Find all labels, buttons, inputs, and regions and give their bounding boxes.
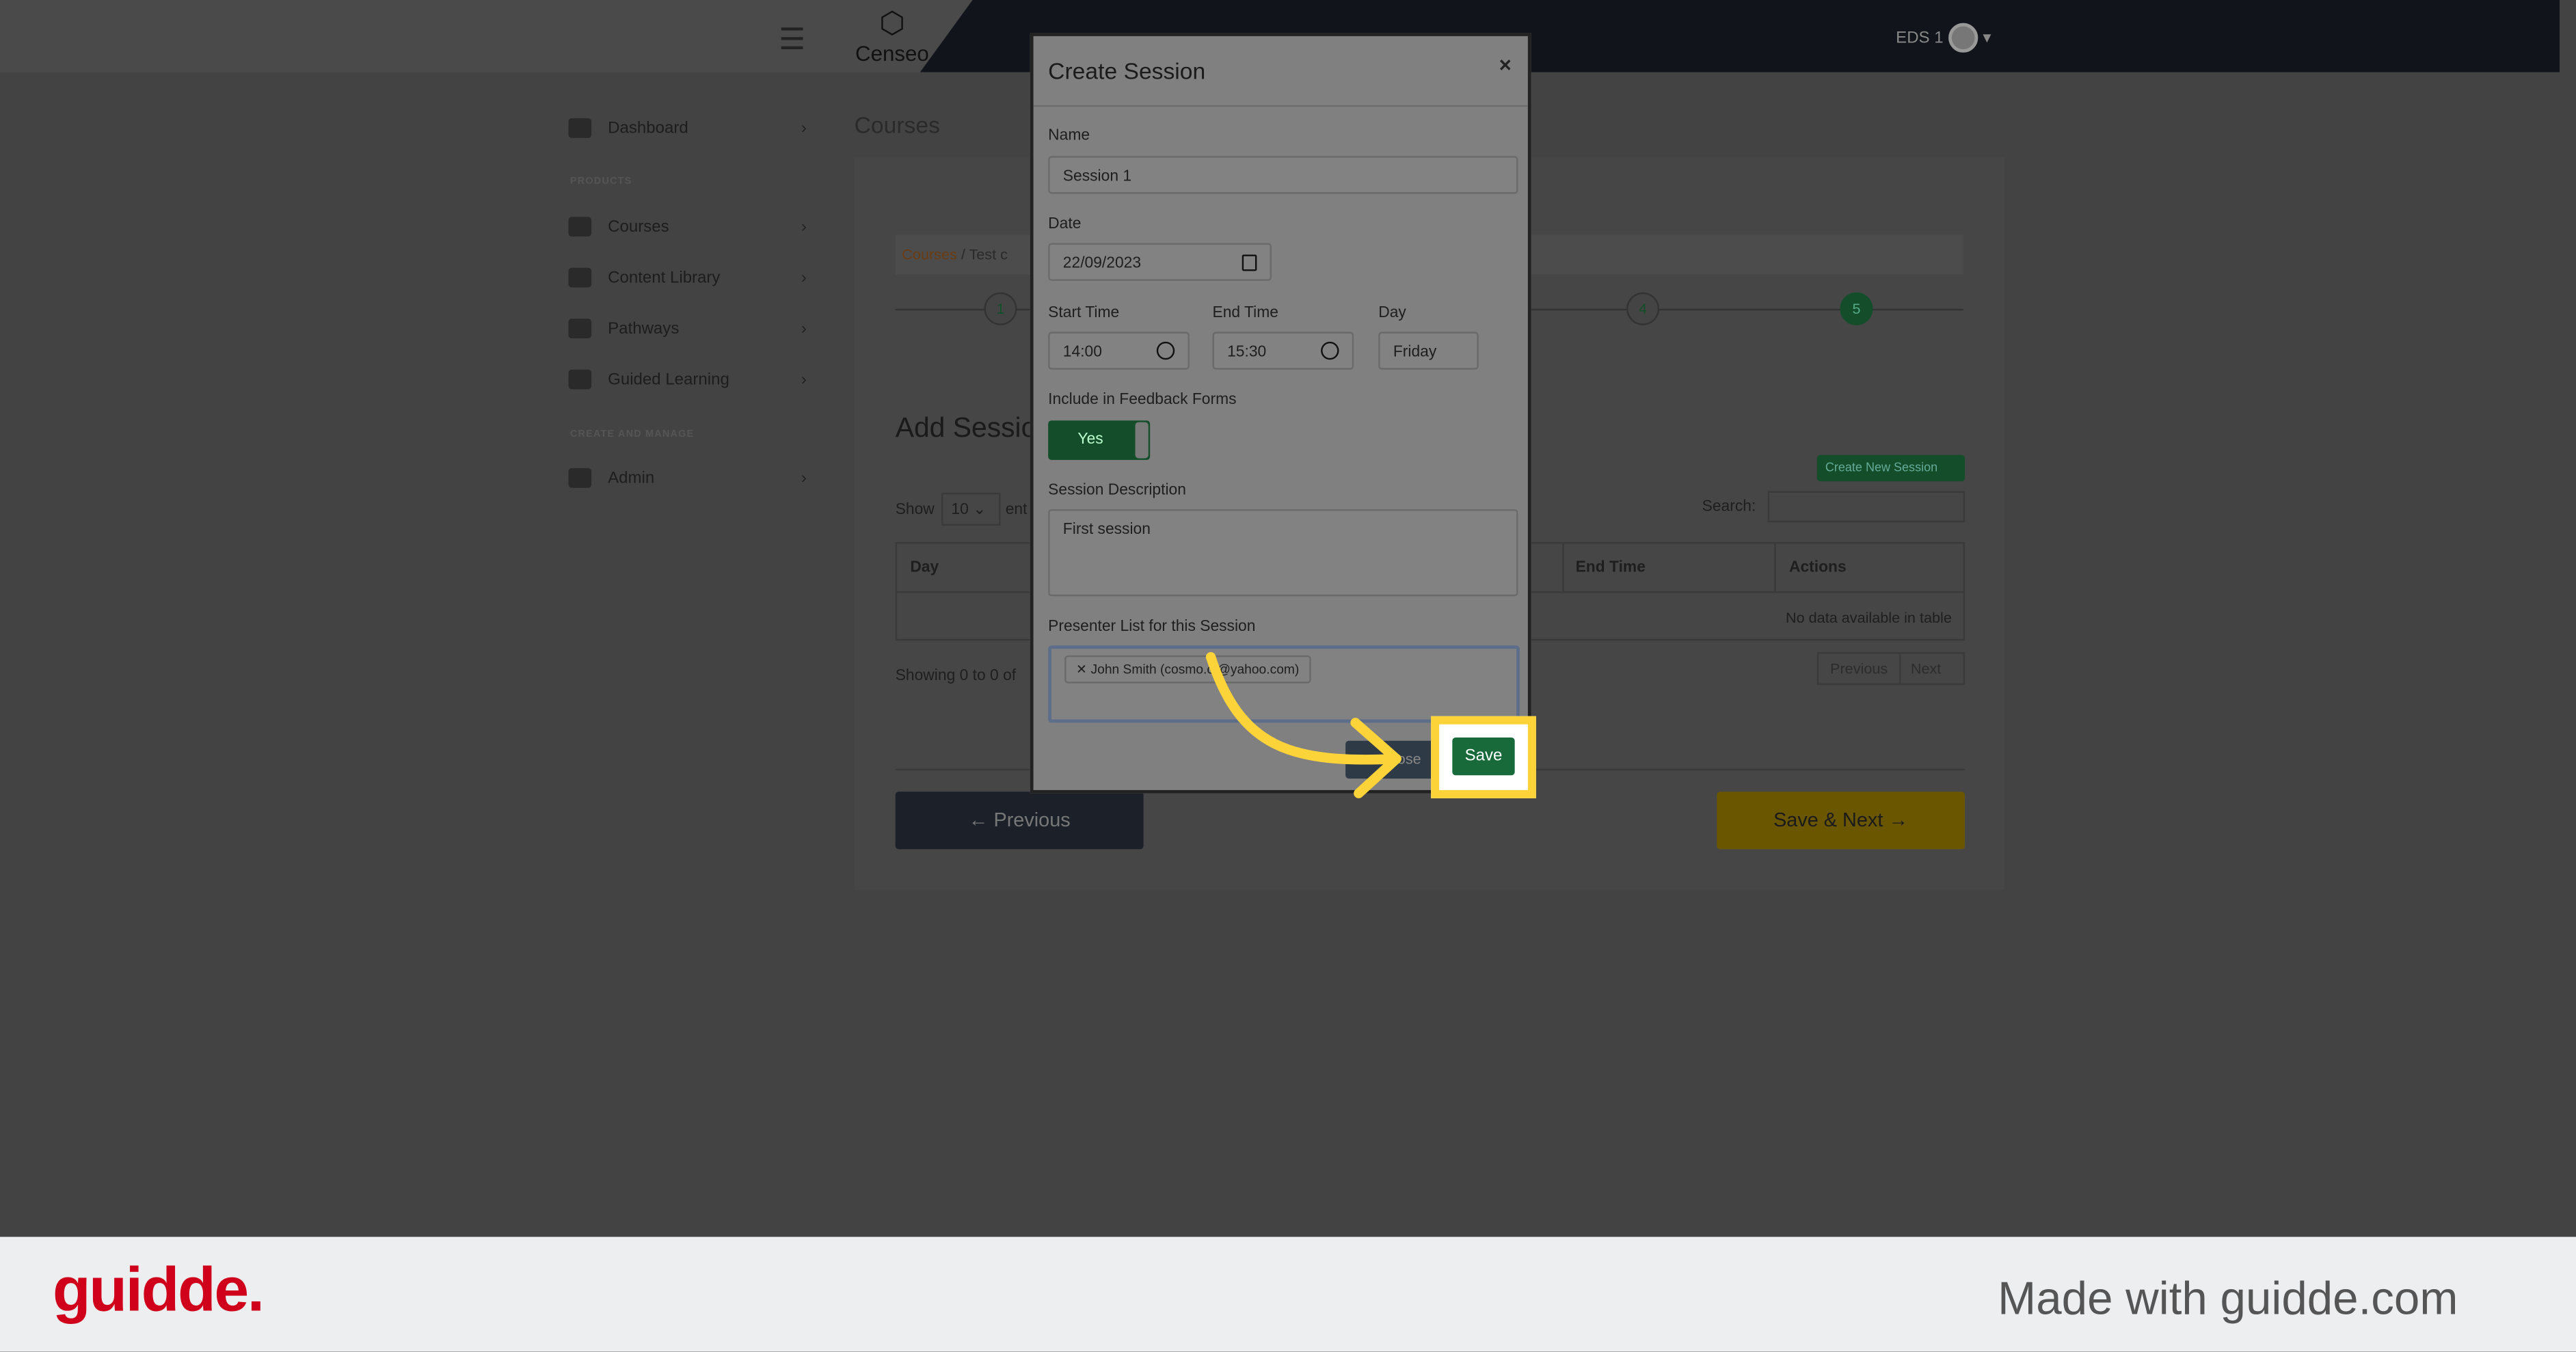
create-new-session-button[interactable]: Create New Session bbox=[1816, 455, 1965, 482]
date-input[interactable]: 22/09/2023 bbox=[1048, 243, 1272, 281]
step-1[interactable]: 1 bbox=[984, 292, 1017, 325]
award-icon bbox=[568, 319, 592, 339]
calendar-icon[interactable] bbox=[1242, 254, 1257, 271]
label: Admin bbox=[608, 469, 655, 487]
sidebar-item-admin[interactable]: Admin › bbox=[568, 461, 807, 494]
breadcrumb-courses[interactable]: Courses bbox=[902, 246, 957, 262]
arrow-annotation bbox=[1205, 652, 1401, 798]
pagination: Previous Next bbox=[1816, 652, 1965, 686]
label: Save & Next bbox=[1773, 808, 1883, 831]
page-title: Courses bbox=[854, 111, 940, 138]
book-icon bbox=[568, 267, 592, 288]
search-label: Search: bbox=[1702, 498, 1756, 516]
sidebar-item-dashboard[interactable]: Dashboard › bbox=[568, 111, 807, 144]
modal-title: Create Session bbox=[1048, 57, 1206, 84]
close-icon[interactable]: × bbox=[1499, 53, 1512, 77]
date-value: 22/09/2023 bbox=[1062, 254, 1142, 273]
logo-text: Censeo bbox=[855, 41, 929, 66]
end-time-input[interactable]: 15:30 bbox=[1212, 332, 1354, 370]
toggle-knob bbox=[1135, 422, 1149, 459]
day-input: Friday bbox=[1378, 332, 1479, 370]
save-next-button[interactable]: Save & Next → bbox=[1717, 792, 1965, 850]
pager-next[interactable]: Next bbox=[1901, 653, 1950, 683]
entries-label: ent bbox=[1005, 500, 1028, 519]
name-input[interactable]: Session 1 bbox=[1048, 156, 1518, 194]
previous-button[interactable]: ← Previous bbox=[895, 792, 1144, 850]
user-menu[interactable]: EDS 1 ▾ bbox=[1896, 23, 1991, 53]
breadcrumb-current: Test c bbox=[969, 246, 1008, 263]
step-4[interactable]: 4 bbox=[1626, 292, 1660, 325]
gear-icon bbox=[568, 468, 592, 488]
toggle-label: Yes bbox=[1077, 430, 1103, 449]
section-title: Add Sessio bbox=[895, 412, 1037, 444]
feedback-label: Include in Feedback Forms bbox=[1048, 390, 1237, 409]
divider bbox=[1562, 543, 1564, 592]
col-day[interactable]: Day bbox=[910, 558, 939, 576]
section-create-manage: CREATE AND MANAGE bbox=[569, 430, 695, 441]
entries-value: 10 bbox=[951, 500, 969, 519]
show-label: Show bbox=[895, 500, 935, 519]
search-input[interactable] bbox=[1767, 491, 1965, 523]
section-products: PRODUCTS bbox=[569, 177, 632, 187]
feedback-toggle[interactable]: Yes bbox=[1048, 420, 1151, 460]
end-time-label: End Time bbox=[1212, 303, 1278, 323]
col-actions[interactable]: Actions bbox=[1789, 558, 1847, 576]
showing-info: Showing 0 to 0 of bbox=[895, 666, 1017, 686]
logo[interactable]: ⬡ Censeo bbox=[851, 7, 933, 66]
presenter-label: Presenter List for this Session bbox=[1048, 617, 1256, 636]
user-name: EDS 1 bbox=[1896, 29, 1944, 47]
pager-previous[interactable]: Previous bbox=[1819, 653, 1901, 684]
clock-icon[interactable] bbox=[1156, 341, 1175, 360]
sidebar-item-content-library[interactable]: Content Library › bbox=[568, 261, 807, 294]
label: Previous bbox=[993, 808, 1071, 831]
name-label: Name bbox=[1048, 126, 1090, 145]
divider bbox=[1774, 543, 1776, 592]
chevron-right-icon: › bbox=[801, 370, 807, 389]
made-with-text: Made with guidde.com bbox=[1998, 1273, 2458, 1324]
dashboard-icon bbox=[568, 118, 592, 138]
date-label: Date bbox=[1048, 215, 1082, 234]
label: Content Library bbox=[608, 268, 721, 287]
sidebar-item-guided-learning[interactable]: Guided Learning › bbox=[568, 363, 807, 396]
menu-icon[interactable]: ☰ bbox=[779, 23, 805, 57]
label: Dashboard bbox=[608, 119, 688, 137]
modal-header: Create Session × bbox=[1033, 36, 1528, 107]
avatar bbox=[1948, 23, 1978, 53]
sidebar-item-pathways[interactable]: Pathways › bbox=[568, 312, 807, 345]
chevron-right-icon: › bbox=[801, 469, 807, 487]
label: Guided Learning bbox=[608, 370, 729, 389]
chevron-right-icon: › bbox=[801, 217, 807, 236]
step-5[interactable]: 5 bbox=[1840, 292, 1873, 325]
stage: ☰ ⬡ Censeo EDS 1 ▾ Dashboard › PRODUCTS Cou… bbox=[0, 0, 2576, 1352]
guidde-logo: guidde. bbox=[52, 1256, 265, 1326]
col-end-time[interactable]: End Time bbox=[1576, 558, 1646, 576]
chevron-right-icon: › bbox=[801, 268, 807, 287]
empty-message: No data available in table bbox=[1785, 609, 1952, 626]
chevron-right-icon: › bbox=[801, 319, 807, 338]
description-textarea[interactable]: First session bbox=[1048, 509, 1518, 597]
start-time-label: Start Time bbox=[1048, 303, 1120, 323]
remove-tag-icon[interactable]: ✕ bbox=[1076, 662, 1090, 677]
label: Courses bbox=[608, 217, 669, 236]
start-time-input[interactable]: 14:00 bbox=[1048, 332, 1190, 370]
description-label: Session Description bbox=[1048, 481, 1186, 500]
label: Pathways bbox=[608, 319, 680, 338]
clock-icon[interactable] bbox=[1321, 341, 1339, 360]
save-button[interactable]: Save bbox=[1452, 737, 1515, 776]
sidebar-item-courses[interactable]: Courses › bbox=[568, 211, 807, 243]
courses-icon bbox=[568, 217, 592, 237]
clipboard-icon bbox=[568, 369, 592, 390]
day-label: Day bbox=[1378, 303, 1406, 323]
entries-select[interactable]: 10 ⌄ bbox=[941, 492, 1001, 526]
start-value: 14:00 bbox=[1062, 343, 1102, 362]
chevron-right-icon: › bbox=[801, 119, 807, 137]
end-value: 15:30 bbox=[1227, 343, 1267, 362]
